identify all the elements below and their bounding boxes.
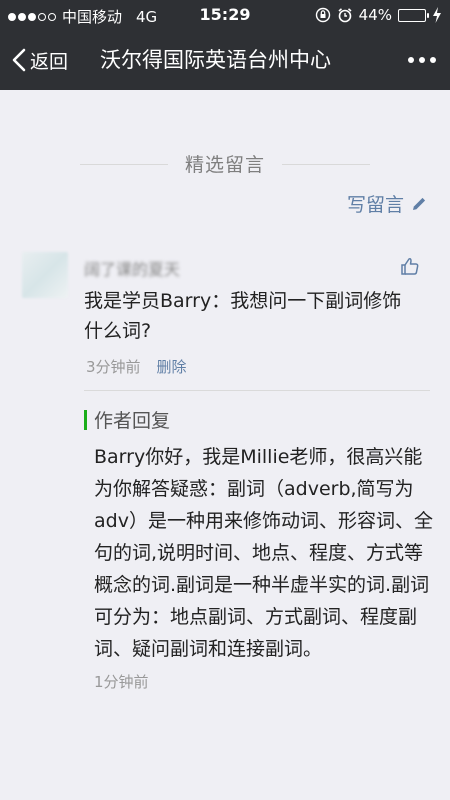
charging-icon — [433, 7, 441, 23]
page-title: 沃尔得国际英语台州中心 — [100, 48, 331, 72]
divider-left — [80, 164, 168, 165]
comment-meta: 3分钟前 删除 — [86, 356, 187, 377]
comment-nickname: 阔了课的夏天 — [84, 260, 181, 279]
reply-accent-bar — [84, 409, 87, 430]
status-right: 44% — [315, 6, 442, 24]
avatar — [22, 252, 68, 298]
orientation-lock-icon — [315, 7, 330, 23]
back-button[interactable]: 返回 — [12, 30, 68, 90]
reply-label: 作者回复 — [94, 410, 171, 432]
status-bar: 中国移动 4G 15:29 44% — [0, 0, 450, 30]
more-dot-icon — [430, 57, 436, 63]
more-dot-icon — [419, 57, 425, 63]
like-button[interactable] — [400, 256, 420, 280]
more-dot-icon — [408, 57, 414, 63]
comment-divider — [84, 390, 430, 391]
write-comment-button[interactable]: 写留言 — [347, 190, 428, 217]
more-menu-button[interactable] — [408, 30, 436, 90]
comment-time: 3分钟前 — [86, 358, 141, 376]
reply-header: 作者回复 — [84, 406, 434, 433]
section-title: 精选留言 — [184, 154, 265, 176]
chevron-left-icon — [12, 48, 26, 72]
alarm-icon — [338, 8, 352, 23]
reply-time: 1分钟前 — [94, 673, 149, 691]
back-label: 返回 — [30, 50, 69, 73]
thumbs-up-icon — [401, 258, 419, 275]
section-header: 精选留言 — [0, 150, 450, 177]
comment-text: 我是学员Barry：我想问一下副词修饰什么词? — [84, 290, 402, 342]
write-comment-label: 写留言 — [346, 194, 404, 216]
pencil-icon — [413, 197, 426, 210]
delete-button[interactable]: 删除 — [157, 356, 187, 377]
battery-icon — [398, 8, 429, 22]
battery-percent: 44% — [358, 6, 392, 24]
author-reply: 作者回复 Barry你好，我是Millie老师，很高兴能为你解答疑惑：副词（ad… — [84, 406, 434, 692]
divider-right — [282, 164, 370, 165]
reply-text: Barry你好，我是Millie老师，很高兴能为你解答疑惑：副词（adverb,… — [94, 446, 433, 660]
nav-bar: 返回 沃尔得国际英语台州中心 — [0, 30, 450, 90]
